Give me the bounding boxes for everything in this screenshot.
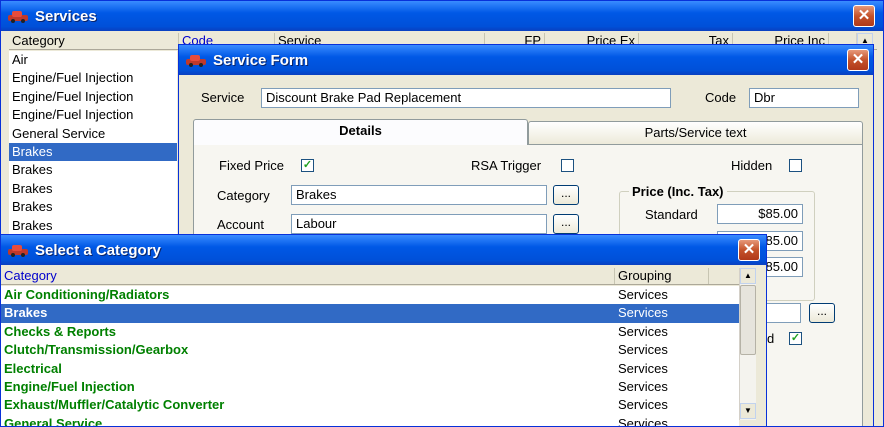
list-item-selected[interactable]: Brakes xyxy=(9,142,177,162)
list-item[interactable]: Brakes xyxy=(9,217,177,235)
service-form-close-button[interactable]: ✕ xyxy=(847,49,869,71)
code-input[interactable]: Dbr xyxy=(749,88,859,108)
account-input[interactable]: Labour xyxy=(291,214,547,234)
category-label: Category xyxy=(217,188,270,203)
table-row[interactable]: General Service Services xyxy=(1,415,739,427)
check-icon: ✓ xyxy=(302,159,313,171)
table-row[interactable]: Exhaust/Muffler/Catalytic Converter Servi… xyxy=(1,396,739,414)
standard-label: Standard xyxy=(645,207,698,222)
list-item[interactable]: Brakes xyxy=(9,161,177,179)
select-category-window: Select a Category ✕ Category Grouping Ai… xyxy=(0,234,767,427)
col-category[interactable]: Category xyxy=(1,268,615,284)
col-blank xyxy=(709,268,739,284)
price-group-label: Price (Inc. Tax) xyxy=(629,184,727,199)
account-label: Account xyxy=(217,217,264,232)
table-row[interactable]: Checks & Reports Services xyxy=(1,323,739,341)
row-category: Electrical xyxy=(4,360,62,376)
rsa-trigger-label: RSA Trigger xyxy=(471,158,542,173)
table-row[interactable]: Air Conditioning/Radiators Services xyxy=(1,286,739,304)
category-input[interactable]: Brakes xyxy=(291,185,547,205)
scroll-up-icon[interactable]: ▲ xyxy=(740,268,756,284)
hidden-label: Hidden xyxy=(731,158,773,173)
list-item[interactable]: Air xyxy=(9,51,177,69)
row-grouping: Services xyxy=(618,287,668,302)
services-close-button[interactable]: ✕ xyxy=(853,5,875,27)
service-label: Service xyxy=(201,90,245,105)
list-item[interactable]: Engine/Fuel Injection xyxy=(9,69,177,87)
list-item[interactable]: Engine/Fuel Injection xyxy=(9,88,177,106)
col-category[interactable]: Category xyxy=(9,33,179,49)
row-category: Checks & Reports xyxy=(4,323,116,339)
partial-browse-button[interactable]: ... xyxy=(809,303,835,323)
fixed-price-label: Fixed Price xyxy=(219,158,285,173)
row-grouping: Services xyxy=(618,342,668,358)
rsa-trigger-checkbox[interactable] xyxy=(561,159,574,172)
row-category: General Service xyxy=(4,415,103,427)
close-icon: ✕ xyxy=(742,241,756,258)
close-icon: ✕ xyxy=(857,7,871,24)
row-grouping: Services xyxy=(618,415,668,427)
row-grouping: Services xyxy=(618,397,668,413)
standard-price-input[interactable]: $85.00 xyxy=(717,204,803,224)
scroll-down-icon[interactable]: ▼ xyxy=(740,403,756,419)
service-form-title: Service Form xyxy=(213,51,309,69)
row-category: Engine/Fuel Injection xyxy=(4,378,135,394)
tab-parts-service-text[interactable]: Parts/Service text xyxy=(528,121,863,145)
select-category-title: Select a Category xyxy=(35,241,161,259)
partial-checkbox[interactable]: ✓ xyxy=(789,332,802,345)
service-input[interactable]: Discount Brake Pad Replacement xyxy=(261,88,671,108)
select-category-close-button[interactable]: ✕ xyxy=(738,239,760,261)
tab-parts-label: Parts/Service text xyxy=(644,125,747,140)
services-title: Services xyxy=(35,7,97,25)
category-table-body: Air Conditioning/Radiators Services Brake… xyxy=(1,286,739,427)
fixed-price-checkbox[interactable]: ✓ xyxy=(301,159,314,172)
tab-details[interactable]: Details xyxy=(193,119,528,145)
check-icon: ✓ xyxy=(790,332,801,344)
car-icon xyxy=(186,55,206,67)
row-category: Air Conditioning/Radiators xyxy=(4,287,170,302)
select-category-titlebar[interactable]: Select a Category xyxy=(1,235,766,265)
list-item[interactable]: Engine/Fuel Injection xyxy=(9,106,177,124)
list-item[interactable]: Brakes xyxy=(9,198,177,216)
category-browse-button[interactable]: ... xyxy=(553,185,579,205)
col-grouping[interactable]: Grouping xyxy=(615,268,709,284)
list-item[interactable]: Brakes xyxy=(9,180,177,198)
list-item[interactable]: General Service xyxy=(9,125,177,143)
table-row-selected[interactable]: Brakes Services xyxy=(1,304,739,323)
account-browse-button[interactable]: ... xyxy=(553,214,579,234)
row-grouping: Services xyxy=(618,378,668,394)
row-grouping: Services xyxy=(618,323,668,339)
row-category: Brakes xyxy=(4,305,48,321)
row-grouping: Services xyxy=(618,360,668,376)
category-scrollbar[interactable]: ▲ ▼ xyxy=(739,268,756,420)
car-icon xyxy=(8,245,28,257)
code-label: Code xyxy=(705,90,737,105)
tab-details-label: Details xyxy=(339,123,382,138)
hidden-checkbox[interactable] xyxy=(789,159,802,172)
partial-check-label: d xyxy=(767,331,775,346)
close-icon: ✕ xyxy=(851,51,865,68)
services-titlebar[interactable]: Services xyxy=(1,1,883,31)
table-row[interactable]: Engine/Fuel Injection Services xyxy=(1,378,739,396)
row-category: Clutch/Transmission/Gearbox xyxy=(4,342,189,358)
table-row[interactable]: Electrical Services xyxy=(1,360,739,378)
row-grouping: Services xyxy=(618,305,668,321)
category-table-header: Category Grouping xyxy=(1,268,741,285)
row-category: Exhaust/Muffler/Catalytic Converter xyxy=(4,397,225,413)
car-icon xyxy=(8,11,28,23)
table-row[interactable]: Clutch/Transmission/Gearbox Services xyxy=(1,341,739,359)
service-form-titlebar[interactable]: Service Form xyxy=(179,45,873,75)
scroll-thumb[interactable] xyxy=(740,285,756,355)
